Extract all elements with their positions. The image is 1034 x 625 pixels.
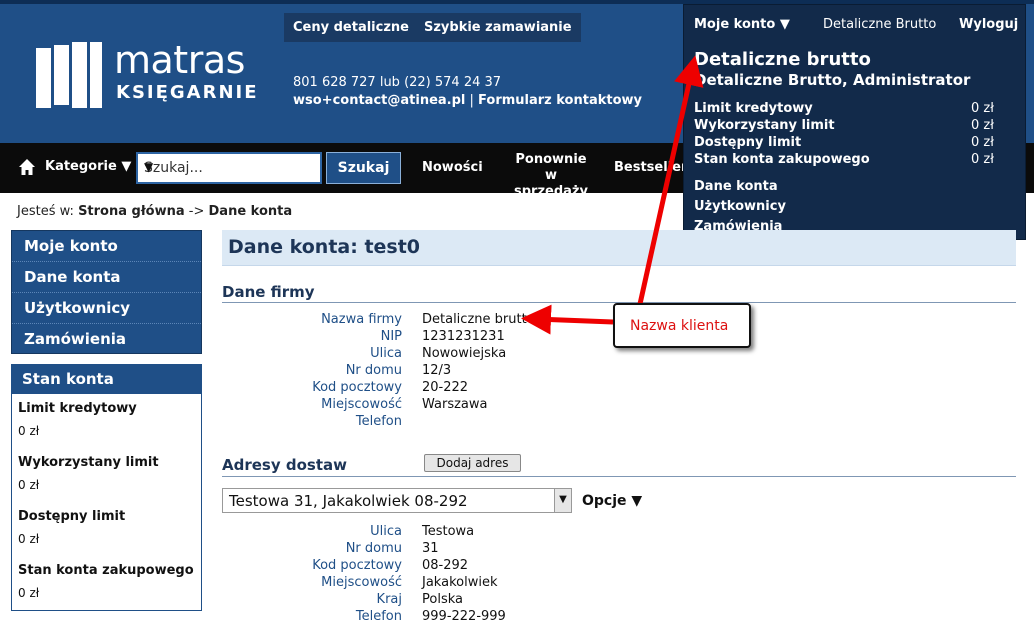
annotation-callout: Nazwa klienta (613, 303, 751, 348)
annotation-arrows (521, 55, 704, 335)
arrow-to-dropdown (637, 55, 704, 305)
arrow-to-company-name (521, 304, 614, 335)
annotation-text: Nazwa klienta (630, 318, 729, 334)
